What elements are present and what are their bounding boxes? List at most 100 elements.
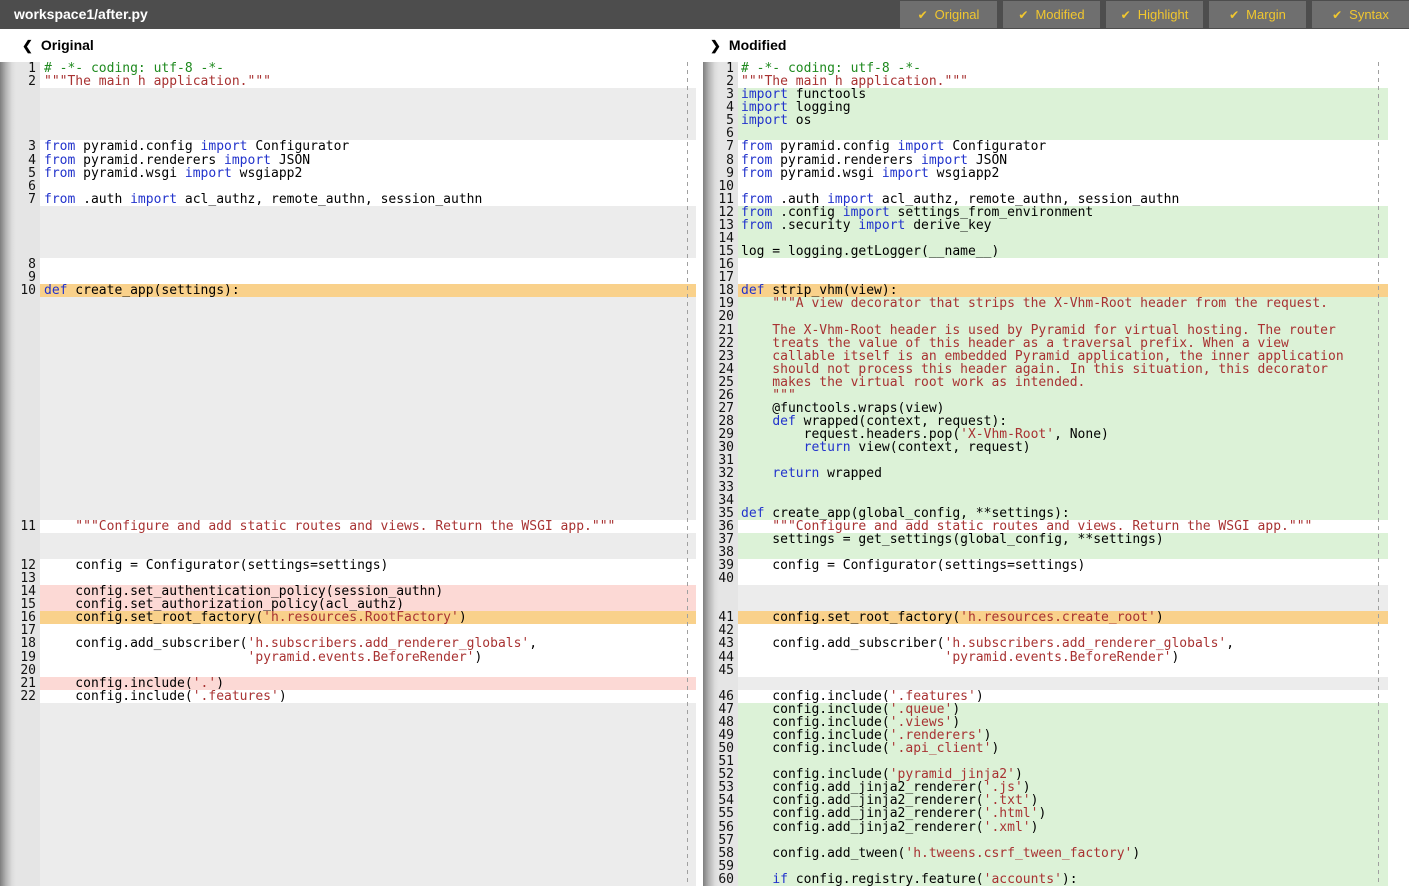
line-number: 18 [0,637,40,650]
code-line: """The main h application.""" [40,75,696,88]
code-line: return view(context, request) [738,441,1388,454]
toggle-original-button[interactable]: ✔Original [900,1,997,28]
code-line [40,755,696,768]
code-line [738,677,1388,690]
diff-row: 2"""The main h application.""" [0,75,696,88]
line-number: 15 [703,245,738,258]
diff-row: 8 [0,258,696,271]
code-line [40,271,696,284]
code-line: makes the virtual root work as intended. [738,376,1388,389]
diff-row: 59 [703,860,1388,873]
diff-row: 47 config.include('.queue') [703,703,1388,716]
code-line [40,847,696,860]
diff-row [0,781,696,794]
diff-row [0,376,696,389]
code-line [738,572,1388,585]
line-number [0,297,40,310]
original-pane-rows: 1# -*- coding: utf-8 -*-2"""The main h a… [0,62,696,886]
code-line [40,624,696,637]
code-line [40,781,696,794]
code-line: config.include('pyramid_jinja2') [738,768,1388,781]
check-icon: ✔ [1121,8,1131,22]
diff-row [0,88,696,101]
toggle-label: Highlight [1138,7,1189,22]
line-number [0,847,40,860]
diff-row: 20 [703,310,1388,323]
diff-row [703,585,1388,598]
toggle-margin-button[interactable]: ✔Margin [1209,1,1306,28]
line-number [0,703,40,716]
original-pane[interactable]: 1# -*- coding: utf-8 -*-2"""The main h a… [0,62,696,886]
line-number: 14 [703,232,738,245]
diff-row: 46 config.include('.features') [703,690,1388,703]
line-number [0,755,40,768]
line-number: 24 [703,363,738,376]
code-line: def create_app(global_config, **settings… [738,507,1388,520]
line-number: 10 [0,284,40,297]
diff-row [0,337,696,350]
diff-row: 5from pyramid.wsgi import wsgiapp2 [0,167,696,180]
diff-row: 13 [0,572,696,585]
modified-pane[interactable]: 1# -*- coding: utf-8 -*-2"""The main h a… [703,62,1388,886]
line-number [0,232,40,245]
window-title: workspace1/after.py [14,0,148,29]
line-number [0,807,40,820]
diff-row: 6 [703,127,1388,140]
diff-row: 5import os [703,114,1388,127]
diff-row [0,507,696,520]
diff-row [0,834,696,847]
toggle-modified-button[interactable]: ✔Modified [1003,1,1100,28]
line-number: 22 [703,337,738,350]
title-bar: workspace1/after.py ✔Original✔Modified ✔ H… [0,0,1409,29]
diff-row: 11from .auth import acl_authz, remote_au… [703,193,1388,206]
code-line [40,363,696,376]
line-number: 4 [0,154,40,167]
toggle-syntax-button[interactable]: ✔Syntax [1312,1,1409,28]
code-line: config.add_tween('h.tweens.csrf_tween_fa… [738,847,1388,860]
diff-row: 9from pyramid.wsgi import wsgiapp2 [703,167,1388,180]
code-line [738,624,1388,637]
line-number: 20 [703,310,738,323]
line-number: 43 [703,637,738,650]
line-number: 51 [703,755,738,768]
diff-row: 21 The X-Vhm-Root header is used by Pyra… [703,324,1388,337]
line-number: 45 [703,664,738,677]
code-line [738,546,1388,559]
diff-row [0,402,696,415]
line-number [0,219,40,232]
code-line: 'pyramid.events.BeforeRender') [738,651,1388,664]
diff-row: 31 [703,454,1388,467]
line-number [0,245,40,258]
modified-pane-label: Modified [729,37,787,53]
line-number [0,768,40,781]
code-line: treats the value of this header as a tra… [738,337,1388,350]
code-line: from pyramid.config import Configurator [40,140,696,153]
diff-row [0,363,696,376]
code-line: config.add_jinja2_renderer('.xml') [738,821,1388,834]
diff-row [0,350,696,363]
code-line [40,481,696,494]
line-number: 7 [703,140,738,153]
diff-row: 34 [703,494,1388,507]
diff-row: 1# -*- coding: utf-8 -*- [0,62,696,75]
diff-row [0,114,696,127]
code-line [40,494,696,507]
line-number [0,337,40,350]
toggle-highlight-button[interactable]: ✔ Highlight [1106,1,1203,28]
diff-row [0,428,696,441]
diff-row: 33 [703,481,1388,494]
code-line: request.headers.pop('X-Vhm-Root', None) [738,428,1388,441]
line-number [0,363,40,376]
code-line [738,127,1388,140]
code-line [40,101,696,114]
code-line [40,507,696,520]
diff-row: 18def strip_vhm(view): [703,284,1388,297]
code-line: from pyramid.config import Configurator [738,140,1388,153]
line-number: 56 [703,821,738,834]
code-line [40,415,696,428]
line-number: 48 [703,716,738,729]
diff-row: 15log = logging.getLogger(__name__) [703,245,1388,258]
code-line: config.include('.') [40,677,696,690]
line-number: 58 [703,847,738,860]
diff-row: 3import functools [703,88,1388,101]
